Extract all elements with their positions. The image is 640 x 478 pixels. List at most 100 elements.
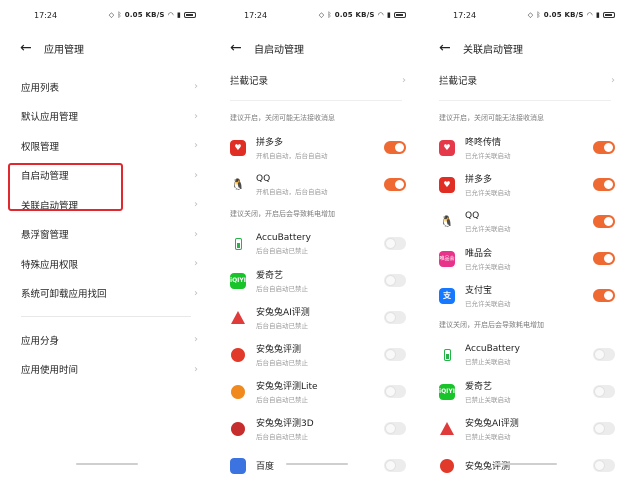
app-row-accubattery[interactable]: AccuBattery 后台自启动已禁止 (218, 225, 414, 262)
accubattery-icon (439, 346, 455, 363)
battery-icon (184, 12, 196, 18)
autostart-toggle[interactable] (384, 141, 406, 154)
back-arrow-icon[interactable]: ← (230, 40, 250, 56)
network-speed: 0.05 KB/S (334, 11, 375, 19)
app-row-accubattery[interactable]: AccuBattery 已禁止关联启动 (427, 336, 623, 373)
chevron-right-icon: › (194, 334, 198, 346)
network-speed: 0.05 KB/S (124, 11, 165, 19)
chevron-right-icon: › (194, 228, 198, 240)
iqiyi-icon: iQIYI (230, 272, 246, 289)
associated-start-toggle[interactable] (593, 252, 615, 265)
qq-icon: 🐧 (439, 213, 455, 230)
app-row-iqiyi[interactable]: iQIYI 爱奇艺 已禁止关联启动 (427, 373, 623, 410)
status-icons: ◇ ᛒ 0.05 KB/S ◠ ▮ (528, 11, 615, 19)
chevron-right-icon: › (194, 258, 198, 270)
associated-start-toggle[interactable] (593, 141, 615, 154)
baidu-icon (230, 457, 246, 474)
signal-icon: ▮ (176, 11, 181, 19)
back-arrow-icon[interactable]: ← (439, 40, 459, 56)
app-row-qq[interactable]: 🐧 QQ 开机自启动，后台自启动 (218, 166, 414, 203)
menu-item-autostart[interactable]: 自启动管理 › (8, 161, 204, 191)
chevron-right-icon: › (194, 287, 198, 299)
chevron-right-icon: › (194, 363, 198, 375)
chevron-right-icon: › (611, 74, 615, 86)
app-row-antutu-ai[interactable]: 安兔兔AI评测 已禁止关联启动 (427, 410, 623, 447)
menu-group-main: 应用列表 › 默认应用管理 › 权限管理 › 自启动管理 › 关联启动管理 › 悬浮窗管理… (8, 72, 204, 308)
antutu-icon (439, 457, 455, 474)
divider (230, 100, 402, 101)
autostart-toggle[interactable] (384, 274, 406, 287)
status-time: 17:24 (34, 10, 58, 20)
title-bar: ← 关联启动管理 (427, 30, 623, 66)
wifi-icon: ◠ (586, 11, 593, 19)
app-row-dongdong[interactable]: ♥ 咚咚传情 已允许关联启动 (427, 129, 623, 166)
accubattery-icon (230, 235, 246, 252)
section-header-recommended-on: 建议开启，关闭可能无法接收消息 (230, 114, 335, 122)
wifi-icon: ◠ (377, 11, 384, 19)
app-row-antutu[interactable]: 安兔兔评测 后台自启动已禁止 (218, 336, 414, 373)
autostart-toggle[interactable] (384, 237, 406, 250)
app-row-iqiyi[interactable]: iQIYI 爱奇艺 后台自启动已禁止 (218, 262, 414, 299)
autostart-toggle[interactable] (384, 385, 406, 398)
autostart-toggle[interactable] (384, 459, 406, 472)
menu-item-floating-window[interactable]: 悬浮窗管理 › (8, 220, 204, 250)
associated-start-toggle[interactable] (593, 215, 615, 228)
associated-start-toggle[interactable] (593, 178, 615, 191)
home-indicator (76, 463, 138, 465)
iqiyi-icon: iQIYI (439, 383, 455, 400)
associated-start-toggle[interactable] (593, 348, 615, 361)
signal-icon: ▮ (386, 11, 391, 19)
section-header-recommended-off: 建议关闭，开启后会导致耗电增加 (230, 210, 335, 218)
app-row-antutu-3d[interactable]: 安兔兔评测3D 后台自启动已禁止 (218, 410, 414, 447)
app-management-screen: 17:24 ◇ ᛒ 0.05 KB/S ◠ ▮ ← 应用管理 应用列表 › 默认应… (8, 0, 204, 478)
menu-item-app-list[interactable]: 应用列表 › (8, 72, 204, 102)
title-bar: ← 自启动管理 (218, 30, 414, 66)
menu-item-usage-time[interactable]: 应用使用时间 › (8, 355, 204, 385)
page-title: 应用管理 (44, 44, 84, 56)
heart-app-icon: ♥ (439, 139, 455, 156)
menu-item-restore-system-apps[interactable]: 系统可卸载应用找回 › (8, 279, 204, 309)
associated-start-toggle[interactable] (593, 422, 615, 435)
app-row-vipshop[interactable]: 唯品会 唯品会 已允许关联启动 (427, 240, 623, 277)
associated-start-toggle[interactable] (593, 289, 615, 302)
chevron-right-icon: › (194, 169, 198, 181)
menu-item-permissions[interactable]: 权限管理 › (8, 131, 204, 161)
wifi-icon: ◠ (167, 11, 174, 19)
page-title: 自启动管理 (254, 44, 304, 56)
app-row-pinduoduo[interactable]: ♥ 拼多多 开机自启动，后台自启动 (218, 129, 414, 166)
menu-item-associated-start[interactable]: 关联启动管理 › (8, 190, 204, 220)
menu-item-app-clone[interactable]: 应用分身 › (8, 325, 204, 355)
autostart-toggle[interactable] (384, 348, 406, 361)
section-header-recommended-on: 建议开启，关闭可能无法接收消息 (439, 114, 544, 122)
intercept-records-item[interactable]: 拦截记录 › (218, 66, 414, 94)
divider (21, 316, 191, 317)
nfc-icon: ◇ (318, 11, 325, 19)
autostart-management-screen: 17:24 ◇ ᛒ 0.05 KB/S ◠ ▮ ← 自启动管理 拦截记录 › 建… (218, 0, 414, 478)
chevron-right-icon: › (402, 74, 406, 86)
qq-icon: 🐧 (230, 176, 246, 193)
page-title: 关联启动管理 (463, 44, 523, 56)
antutu-ai-icon (230, 309, 246, 326)
chevron-right-icon: › (194, 199, 198, 211)
associated-start-toggle[interactable] (593, 385, 615, 398)
menu-group-secondary: 应用分身 › 应用使用时间 › (8, 325, 204, 384)
app-row-antutu-ai[interactable]: 安兔兔AI评测 后台自启动已禁止 (218, 299, 414, 336)
back-arrow-icon[interactable]: ← (20, 40, 40, 56)
app-row-alipay[interactable]: 支 支付宝 已允许关联启动 (427, 277, 623, 314)
app-row-qq[interactable]: 🐧 QQ 已允许关联启动 (427, 203, 623, 240)
menu-item-default-apps[interactable]: 默认应用管理 › (8, 102, 204, 132)
associated-start-toggle[interactable] (593, 459, 615, 472)
app-row-antutu-lite[interactable]: 安兔兔评测Lite 后台自启动已禁止 (218, 373, 414, 410)
autostart-toggle[interactable] (384, 311, 406, 324)
pinduoduo-icon: ♥ (439, 176, 455, 193)
section-header-recommended-off: 建议关闭，开启后会导致耗电增加 (439, 321, 544, 329)
title-bar: ← 应用管理 (8, 30, 204, 66)
signal-icon: ▮ (595, 11, 600, 19)
intercept-records-item[interactable]: 拦截记录 › (427, 66, 623, 94)
autostart-toggle[interactable] (384, 422, 406, 435)
pinduoduo-icon: ♥ (230, 139, 246, 156)
network-speed: 0.05 KB/S (543, 11, 584, 19)
autostart-toggle[interactable] (384, 178, 406, 191)
app-row-pinduoduo[interactable]: ♥ 拼多多 已允许关联启动 (427, 166, 623, 203)
menu-item-special-permissions[interactable]: 特殊应用权限 › (8, 249, 204, 279)
